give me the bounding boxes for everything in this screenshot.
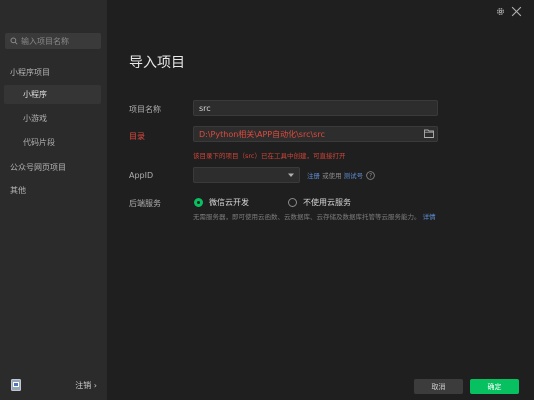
folder-icon[interactable] bbox=[424, 129, 434, 138]
file-icon[interactable] bbox=[11, 379, 21, 391]
search-box[interactable] bbox=[5, 33, 101, 49]
search-icon bbox=[10, 37, 18, 45]
radio-cloud-dev[interactable]: 微信云开发 bbox=[194, 197, 249, 208]
radio-selected-icon bbox=[194, 198, 203, 207]
sidebar-footer: 注销 › bbox=[0, 370, 107, 400]
sidebar-item-minigame[interactable]: 小游戏 bbox=[4, 109, 101, 128]
details-link[interactable]: 详情 bbox=[423, 213, 436, 221]
cancel-button[interactable]: 取消 bbox=[414, 379, 463, 394]
gear-icon[interactable] bbox=[496, 7, 505, 16]
sidebar-item-code-snippet[interactable]: 代码片段 bbox=[4, 133, 101, 152]
sidebar-item-miniprogram[interactable]: 小程序 bbox=[4, 85, 101, 104]
directory-error-message: 该目录下的项目（src）已在工具中创建，可直接打开 bbox=[193, 152, 346, 160]
backend-label: 后端服务 bbox=[129, 199, 161, 208]
appid-or-text: 或使用 bbox=[320, 172, 344, 180]
svg-text:?: ? bbox=[369, 173, 372, 179]
appid-select[interactable] bbox=[193, 167, 300, 183]
backend-description-text: 无需服务器，即可使用云函数、云数据库、云存储及数据库托管等云服务能力。 bbox=[193, 213, 421, 221]
window-controls bbox=[496, 6, 522, 17]
project-name-input[interactable] bbox=[193, 100, 438, 116]
help-icon[interactable]: ? bbox=[366, 170, 375, 180]
page-title: 导入项目 bbox=[129, 55, 185, 71]
project-name-label: 项目名称 bbox=[129, 105, 161, 114]
directory-input[interactable] bbox=[193, 126, 438, 142]
nav-group-other[interactable]: 其他 bbox=[10, 185, 26, 196]
appid-links: 注册 或使用 测试号 ? bbox=[307, 170, 375, 180]
search-input[interactable] bbox=[21, 36, 101, 46]
directory-label: 目录 bbox=[129, 132, 145, 141]
sidebar: 小程序项目 小程序 小游戏 代码片段 公众号网页项目 其他 注销 › bbox=[0, 0, 107, 400]
backend-description: 无需服务器，即可使用云函数、云数据库、云存储及数据库托管等云服务能力。 详情 bbox=[193, 211, 445, 223]
radio-no-cloud[interactable]: 不使用云服务 bbox=[288, 197, 351, 208]
nav-group-official-account[interactable]: 公众号网页项目 bbox=[10, 162, 66, 173]
confirm-button[interactable]: 确定 bbox=[470, 379, 519, 394]
radio-cloud-dev-label: 微信云开发 bbox=[209, 198, 249, 207]
register-link[interactable]: 注册 bbox=[307, 170, 320, 180]
logout-link[interactable]: 注销 › bbox=[75, 380, 97, 391]
chevron-down-icon bbox=[288, 173, 294, 177]
appid-label: AppID bbox=[129, 171, 154, 180]
test-account-link[interactable]: 测试号 bbox=[344, 170, 364, 180]
radio-unselected-icon bbox=[288, 198, 297, 207]
close-icon[interactable] bbox=[511, 6, 522, 17]
nav-group-miniprogram[interactable]: 小程序项目 bbox=[10, 67, 50, 78]
radio-no-cloud-label: 不使用云服务 bbox=[303, 198, 351, 207]
